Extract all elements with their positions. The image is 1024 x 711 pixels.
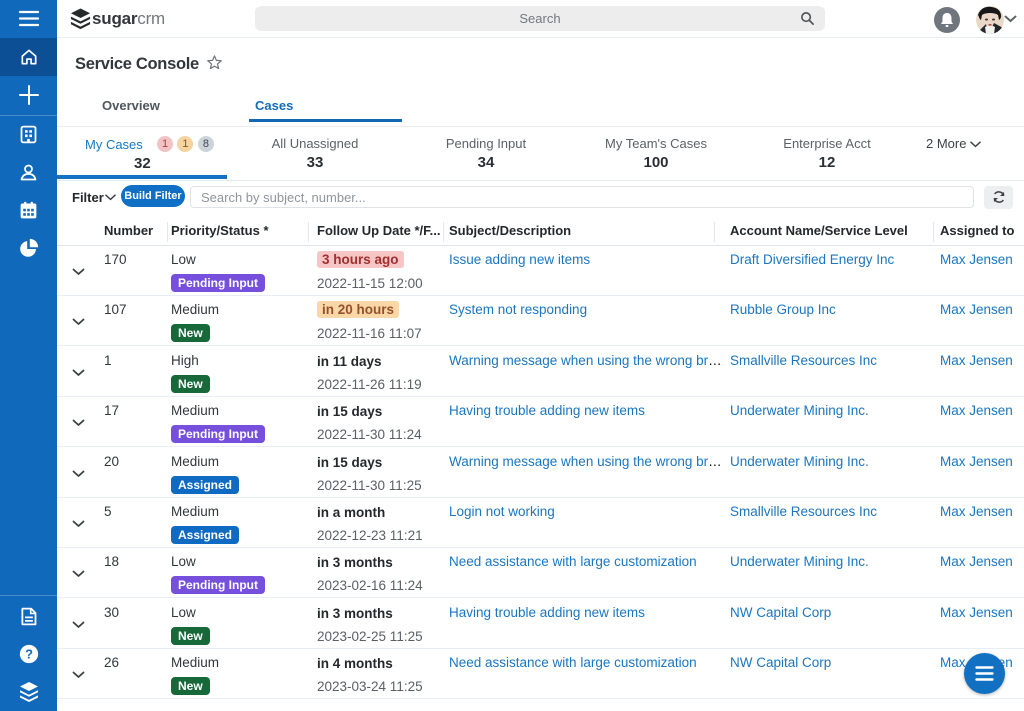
svg-text:?: ? (25, 647, 33, 662)
